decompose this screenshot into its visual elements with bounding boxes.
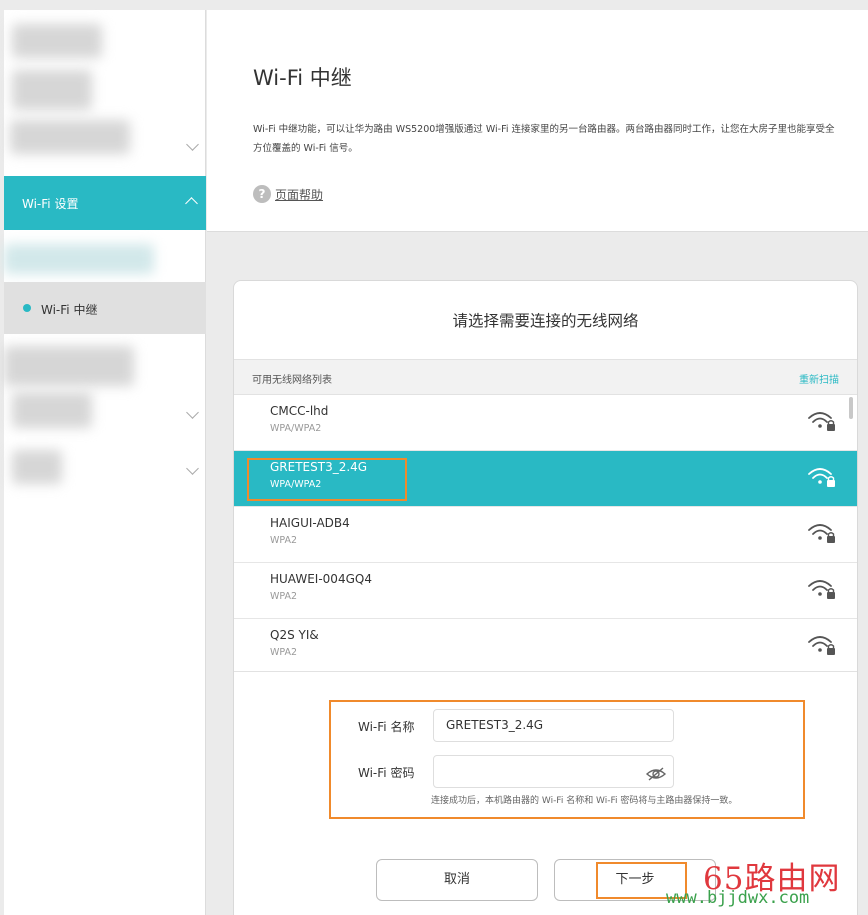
page-description: Wi-Fi 中继功能，可以让华为路由 WS5200增强版通过 Wi-Fi 连接家… bbox=[253, 124, 835, 154]
chevron-down-icon[interactable] bbox=[186, 406, 199, 419]
network-list-title: 可用无线网络列表 bbox=[252, 375, 332, 386]
blurred-nav-item bbox=[12, 70, 92, 110]
network-name: HUAWEI-004GQ4 bbox=[270, 572, 372, 586]
chevron-up-icon bbox=[185, 197, 198, 210]
wifi-locked-icon bbox=[807, 577, 837, 605]
network-security: WPA2 bbox=[270, 591, 298, 602]
network-list[interactable]: CMCC-lhd WPA/WPA2 GRETEST3_2.4G WPA/WPA2 HAI… bbox=[234, 395, 857, 672]
wifi-locked-icon bbox=[807, 633, 837, 661]
network-list-scrollbar[interactable] bbox=[849, 397, 853, 419]
blurred-nav-item bbox=[10, 120, 130, 154]
sidebar-subitem-label: Wi-Fi 中继 bbox=[41, 303, 98, 317]
sidebar-item-wifi-repeater[interactable]: Wi-Fi 中继 bbox=[4, 282, 206, 334]
sidebar: Wi-Fi 设置 Wi-Fi 中继 bbox=[4, 10, 206, 915]
network-select-card: 请选择需要连接的无线网络 可用无线网络列表 重新扫描 CMCC-lhd WPA/W… bbox=[233, 280, 858, 915]
network-list-header: 可用无线网络列表 重新扫描 bbox=[234, 359, 857, 395]
sidebar-item-wifi-settings[interactable]: Wi-Fi 设置 bbox=[4, 176, 206, 230]
question-icon: ? bbox=[253, 185, 271, 203]
page-help-link[interactable]: ? 页面帮助 bbox=[253, 185, 323, 203]
card-title: 请选择需要连接的无线网络 bbox=[452, 312, 639, 330]
blurred-nav-item bbox=[12, 24, 102, 58]
blurred-nav-item bbox=[12, 450, 62, 484]
page-title: Wi-Fi 中继 bbox=[253, 66, 352, 90]
page-header-panel: Wi-Fi 中继 Wi-Fi 中继功能，可以让华为路由 WS5200增强版通过 … bbox=[207, 10, 868, 232]
cancel-button[interactable]: 取消 bbox=[376, 859, 538, 901]
sidebar-item-label: Wi-Fi 设置 bbox=[22, 197, 79, 211]
highlight-selected-network bbox=[247, 458, 407, 501]
wifi-locked-icon bbox=[807, 521, 837, 549]
wifi-locked-icon bbox=[807, 465, 837, 493]
watermark-url: www.bjjdwx.com bbox=[666, 888, 810, 908]
highlight-form bbox=[329, 700, 805, 819]
chevron-down-icon[interactable] bbox=[186, 138, 199, 151]
active-dot-icon bbox=[23, 304, 31, 312]
network-security: WPA2 bbox=[270, 647, 298, 658]
wifi-locked-icon bbox=[807, 409, 837, 437]
network-row[interactable]: HUAWEI-004GQ4 WPA2 bbox=[234, 563, 857, 619]
blurred-nav-item bbox=[4, 244, 154, 274]
network-row[interactable]: CMCC-lhd WPA/WPA2 bbox=[234, 395, 857, 451]
network-row[interactable]: Q2S YI& WPA2 bbox=[234, 619, 857, 671]
chevron-down-icon[interactable] bbox=[186, 462, 199, 475]
rescan-button[interactable]: 重新扫描 bbox=[799, 371, 839, 386]
network-name: HAIGUI-ADB4 bbox=[270, 516, 350, 530]
network-security: WPA/WPA2 bbox=[270, 423, 322, 434]
blurred-nav-item bbox=[4, 346, 134, 386]
network-security: WPA2 bbox=[270, 535, 298, 546]
blurred-nav-item bbox=[12, 392, 92, 428]
network-name: Q2S YI& bbox=[270, 628, 319, 642]
page-help-label: 页面帮助 bbox=[275, 187, 324, 202]
network-name: CMCC-lhd bbox=[270, 404, 329, 418]
network-row[interactable]: HAIGUI-ADB4 WPA2 bbox=[234, 507, 857, 563]
